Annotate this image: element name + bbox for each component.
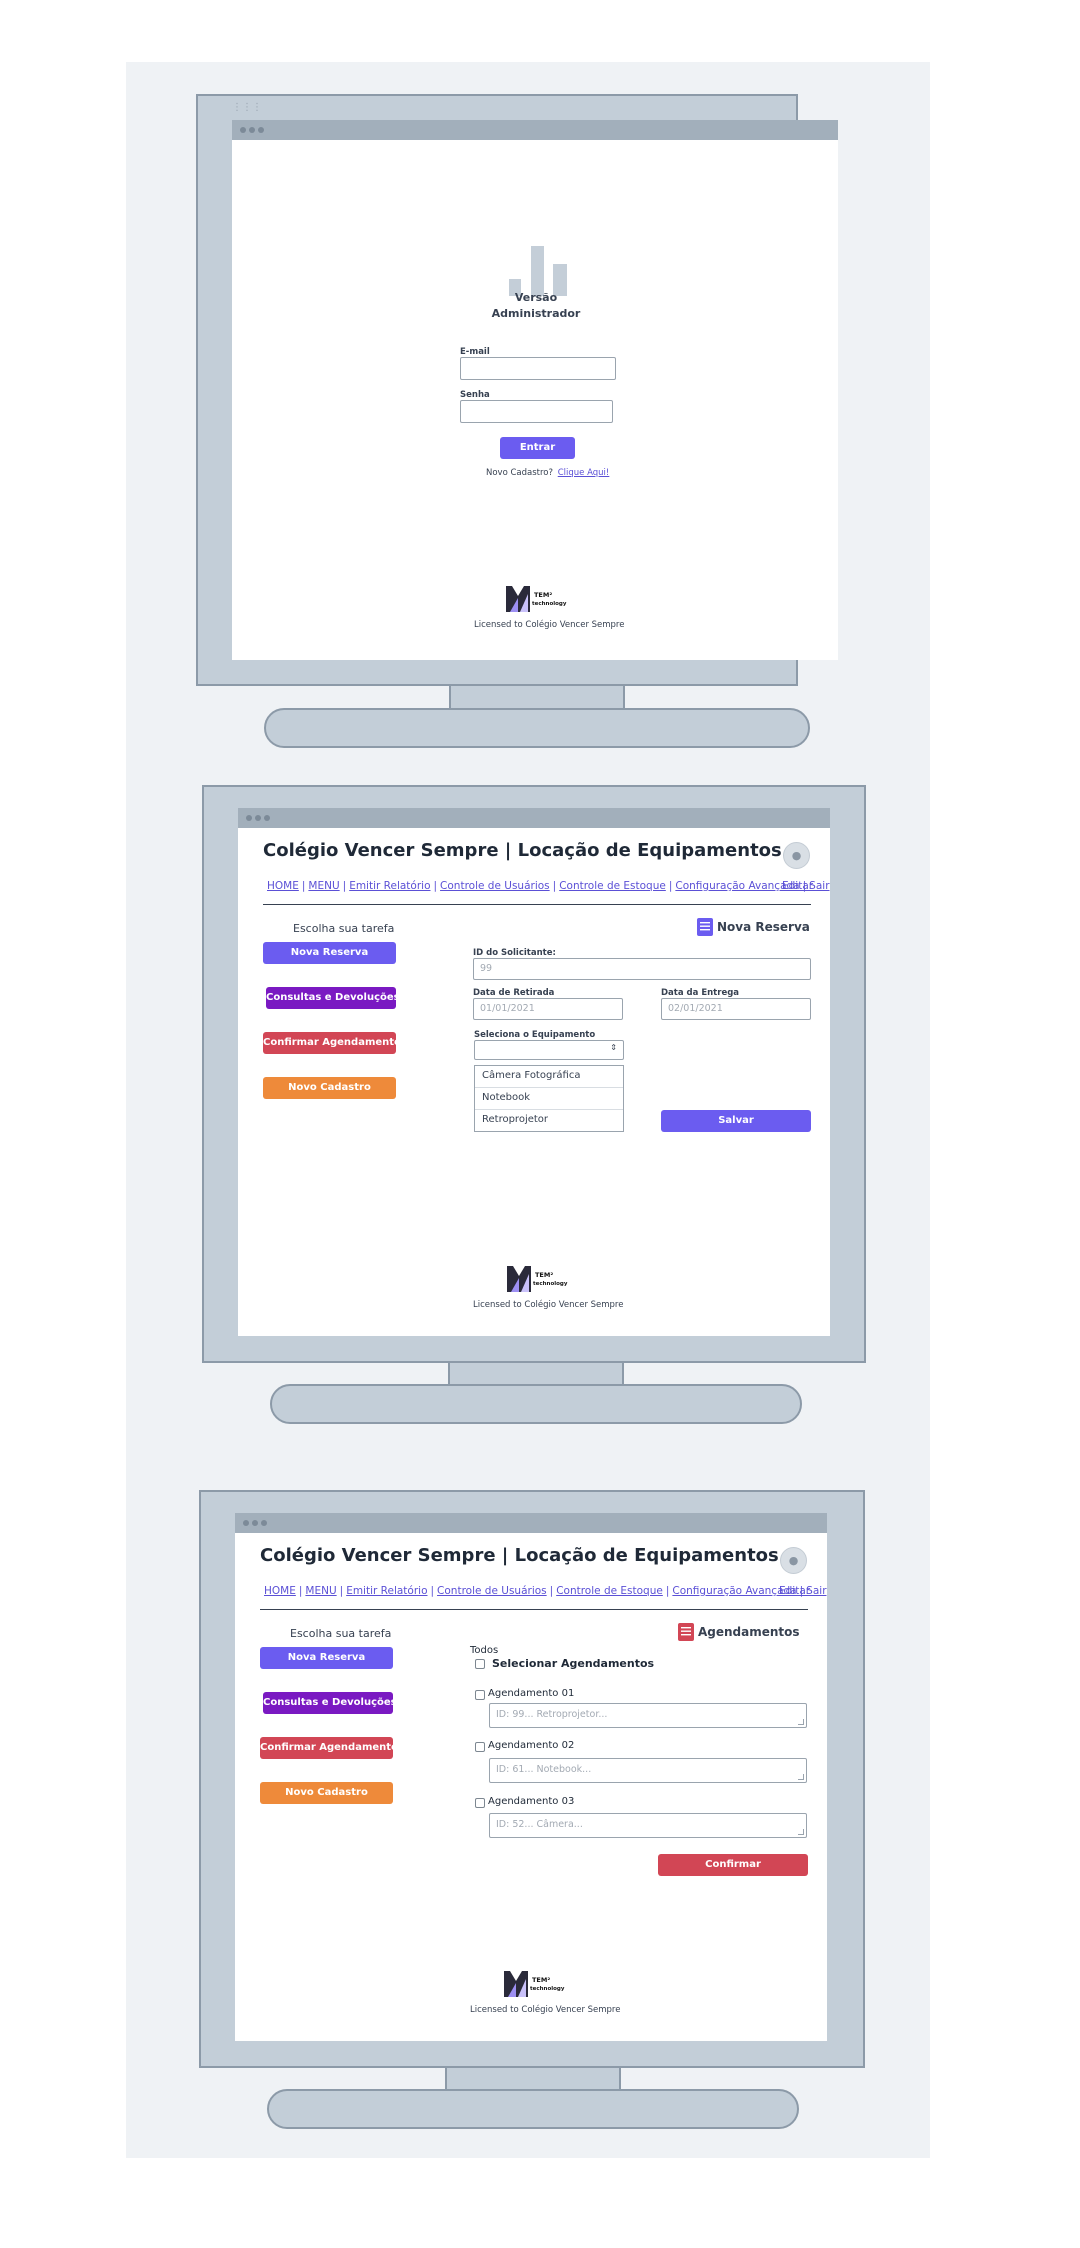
nav-stock[interactable]: Controle de Estoque <box>559 880 666 892</box>
select-all-label: Selecionar Agendamentos <box>492 1657 655 1670</box>
requester-id-field[interactable]: 99 <box>473 958 811 980</box>
header-divider <box>260 1609 808 1610</box>
equipment-option-notebook[interactable]: Notebook <box>475 1088 623 1110</box>
nova-reserva-button[interactable]: Nova Reserva <box>260 1647 393 1669</box>
monitor-reserva-base <box>270 1384 802 1424</box>
nav-report[interactable]: Emitir Relatório <box>346 1585 427 1597</box>
nav-report[interactable]: Emitir Relatório <box>349 880 430 892</box>
license-text: Licensed to Colégio Vencer Sempre <box>470 2005 621 2015</box>
nav-menu[interactable]: MENU <box>308 880 339 892</box>
document-icon <box>678 1623 694 1641</box>
pickup-date-label: Data de Retirada <box>473 988 555 998</box>
login-button[interactable]: Entrar <box>500 437 575 459</box>
agendamento-01-checkbox[interactable] <box>475 1690 485 1700</box>
agendamento-03-label: Agendamento 03 <box>488 1796 575 1807</box>
select-arrows-icon: ⇕ <box>610 1043 617 1052</box>
agendamento-03-placeholder: ID: 52... Câmera... <box>496 1819 583 1830</box>
signup-prompt-text: Novo Cadastro? <box>486 468 554 478</box>
document-icon <box>697 918 713 936</box>
nav-advanced[interactable]: Configuração Avançada <box>672 1585 796 1597</box>
agendamento-01-label: Agendamento 01 <box>488 1688 575 1699</box>
agendamento-03-checkbox[interactable] <box>475 1798 485 1808</box>
company-logo: TEM² technology <box>504 582 574 616</box>
svg-text:technology: technology <box>533 1281 568 1287</box>
nav-home[interactable]: HOME <box>264 1585 296 1597</box>
save-button[interactable]: Salvar <box>661 1110 811 1132</box>
edit-link[interactable]: Editar <box>779 1585 810 1597</box>
user-avatar-icon[interactable]: ● <box>780 1547 807 1574</box>
window-titlebar <box>238 808 830 828</box>
equipment-option-projector[interactable]: Retroprojetor <box>475 1110 623 1132</box>
nav-advanced[interactable]: Configuração Avançada <box>675 880 799 892</box>
drag-handle-icon[interactable]: ⋮⋮⋮ <box>232 102 262 113</box>
nav-menu[interactable]: MENU <box>305 1585 336 1597</box>
novo-cadastro-button[interactable]: Novo Cadastro <box>263 1077 396 1099</box>
task-heading: Escolha sua tarefa <box>290 1627 392 1640</box>
nav-users[interactable]: Controle de Usuários <box>440 880 550 892</box>
company-logo: TEM² technology <box>505 1262 575 1296</box>
equipment-label: Seleciona o Equipamento <box>474 1030 596 1040</box>
signup-prompt: Novo Cadastro? Clique Aqui! <box>486 468 609 478</box>
agendamento-01-textarea[interactable]: ID: 99... Retroprojetor... <box>489 1703 807 1728</box>
password-label: Senha <box>460 390 490 400</box>
novo-cadastro-button[interactable]: Novo Cadastro <box>260 1782 393 1804</box>
pickup-date-field[interactable]: 01/01/2021 <box>473 998 623 1020</box>
page-title: Colégio Vencer Sempre | Locação de Equip… <box>263 840 782 861</box>
confirm-button[interactable]: Confirmar <box>658 1854 808 1876</box>
page-title: Colégio Vencer Sempre | Locação de Equip… <box>260 1545 779 1566</box>
header-divider <box>263 904 811 905</box>
nav-stock[interactable]: Controle de Estoque <box>556 1585 663 1597</box>
nav-home[interactable]: HOME <box>267 880 299 892</box>
mockup-board: ⋮⋮⋮ Versão Administrador E-mail Senha En… <box>126 62 930 2158</box>
monitor-login-base <box>264 708 810 748</box>
equipment-dropdown: Câmera Fotográfica Notebook Retroprojeto… <box>474 1065 624 1132</box>
email-label: E-mail <box>460 347 490 357</box>
agendamentos-screen: Colégio Vencer Sempre | Locação de Equip… <box>235 1513 827 2041</box>
delivery-date-label: Data da Entrega <box>661 988 740 998</box>
delivery-date-field[interactable]: 02/01/2021 <box>661 998 811 1020</box>
section-title: Nova Reserva <box>717 920 810 934</box>
edit-link[interactable]: Editar <box>782 880 813 892</box>
svg-text:technology: technology <box>530 1986 565 1992</box>
monitor-agendamentos-base <box>267 2089 799 2129</box>
login-screen: Versão Administrador E-mail Senha Entrar… <box>232 120 838 660</box>
user-avatar-icon[interactable]: ● <box>783 842 810 869</box>
svg-text:TEM²: TEM² <box>534 591 552 599</box>
agendamento-02-placeholder: ID: 61... Notebook... <box>496 1764 592 1775</box>
svg-text:technology: technology <box>532 601 567 607</box>
confirmar-agendamento-button[interactable]: Confirmar Agendamento <box>263 1032 401 1054</box>
license-text: Licensed to Colégio Vencer Sempre <box>474 620 625 630</box>
company-logo: TEM² technology <box>502 1967 572 2001</box>
consultas-devolucoes-button[interactable]: Consultas e Devoluções <box>266 987 400 1009</box>
select-all-checkbox[interactable] <box>475 1659 485 1669</box>
requester-label: ID do Solicitante: <box>473 948 556 958</box>
all-label: Todos <box>470 1645 499 1656</box>
password-field[interactable] <box>460 400 613 423</box>
equipment-select[interactable]: ⇕ <box>474 1040 624 1060</box>
agendamento-02-label: Agendamento 02 <box>488 1740 575 1751</box>
signup-link[interactable]: Clique Aqui! <box>558 468 610 478</box>
login-heading: Versão Administrador <box>491 291 581 320</box>
top-nav: HOME | MENU | Emitir Relatório | Controle de U… <box>264 1585 827 1597</box>
agendamento-03-textarea[interactable]: ID: 52... Câmera... <box>489 1813 807 1838</box>
agendamento-01-placeholder: ID: 99... Retroprojetor... <box>496 1709 608 1720</box>
svg-text:TEM²: TEM² <box>532 1976 550 1984</box>
svg-text:TEM²: TEM² <box>535 1271 553 1279</box>
reserva-screen: Colégio Vencer Sempre | Locação de Equip… <box>238 808 830 1336</box>
agendamento-02-checkbox[interactable] <box>475 1742 485 1752</box>
nav-users[interactable]: Controle de Usuários <box>437 1585 547 1597</box>
nova-reserva-button[interactable]: Nova Reserva <box>263 942 396 964</box>
window-titlebar <box>235 1513 827 1533</box>
task-heading: Escolha sua tarefa <box>293 922 395 935</box>
license-text: Licensed to Colégio Vencer Sempre <box>473 1300 624 1310</box>
section-title: Agendamentos <box>698 1625 800 1639</box>
confirmar-agendamento-button[interactable]: Confirmar Agendamento <box>260 1737 398 1759</box>
top-nav: HOME | MENU | Emitir Relatório | Controle de U… <box>267 880 830 892</box>
window-titlebar <box>232 120 838 140</box>
consultas-devolucoes-button[interactable]: Consultas e Devoluções <box>263 1692 397 1714</box>
email-field[interactable] <box>460 357 616 380</box>
equipment-option-camera[interactable]: Câmera Fotográfica <box>475 1066 623 1088</box>
agendamento-02-textarea[interactable]: ID: 61... Notebook... <box>489 1758 807 1783</box>
